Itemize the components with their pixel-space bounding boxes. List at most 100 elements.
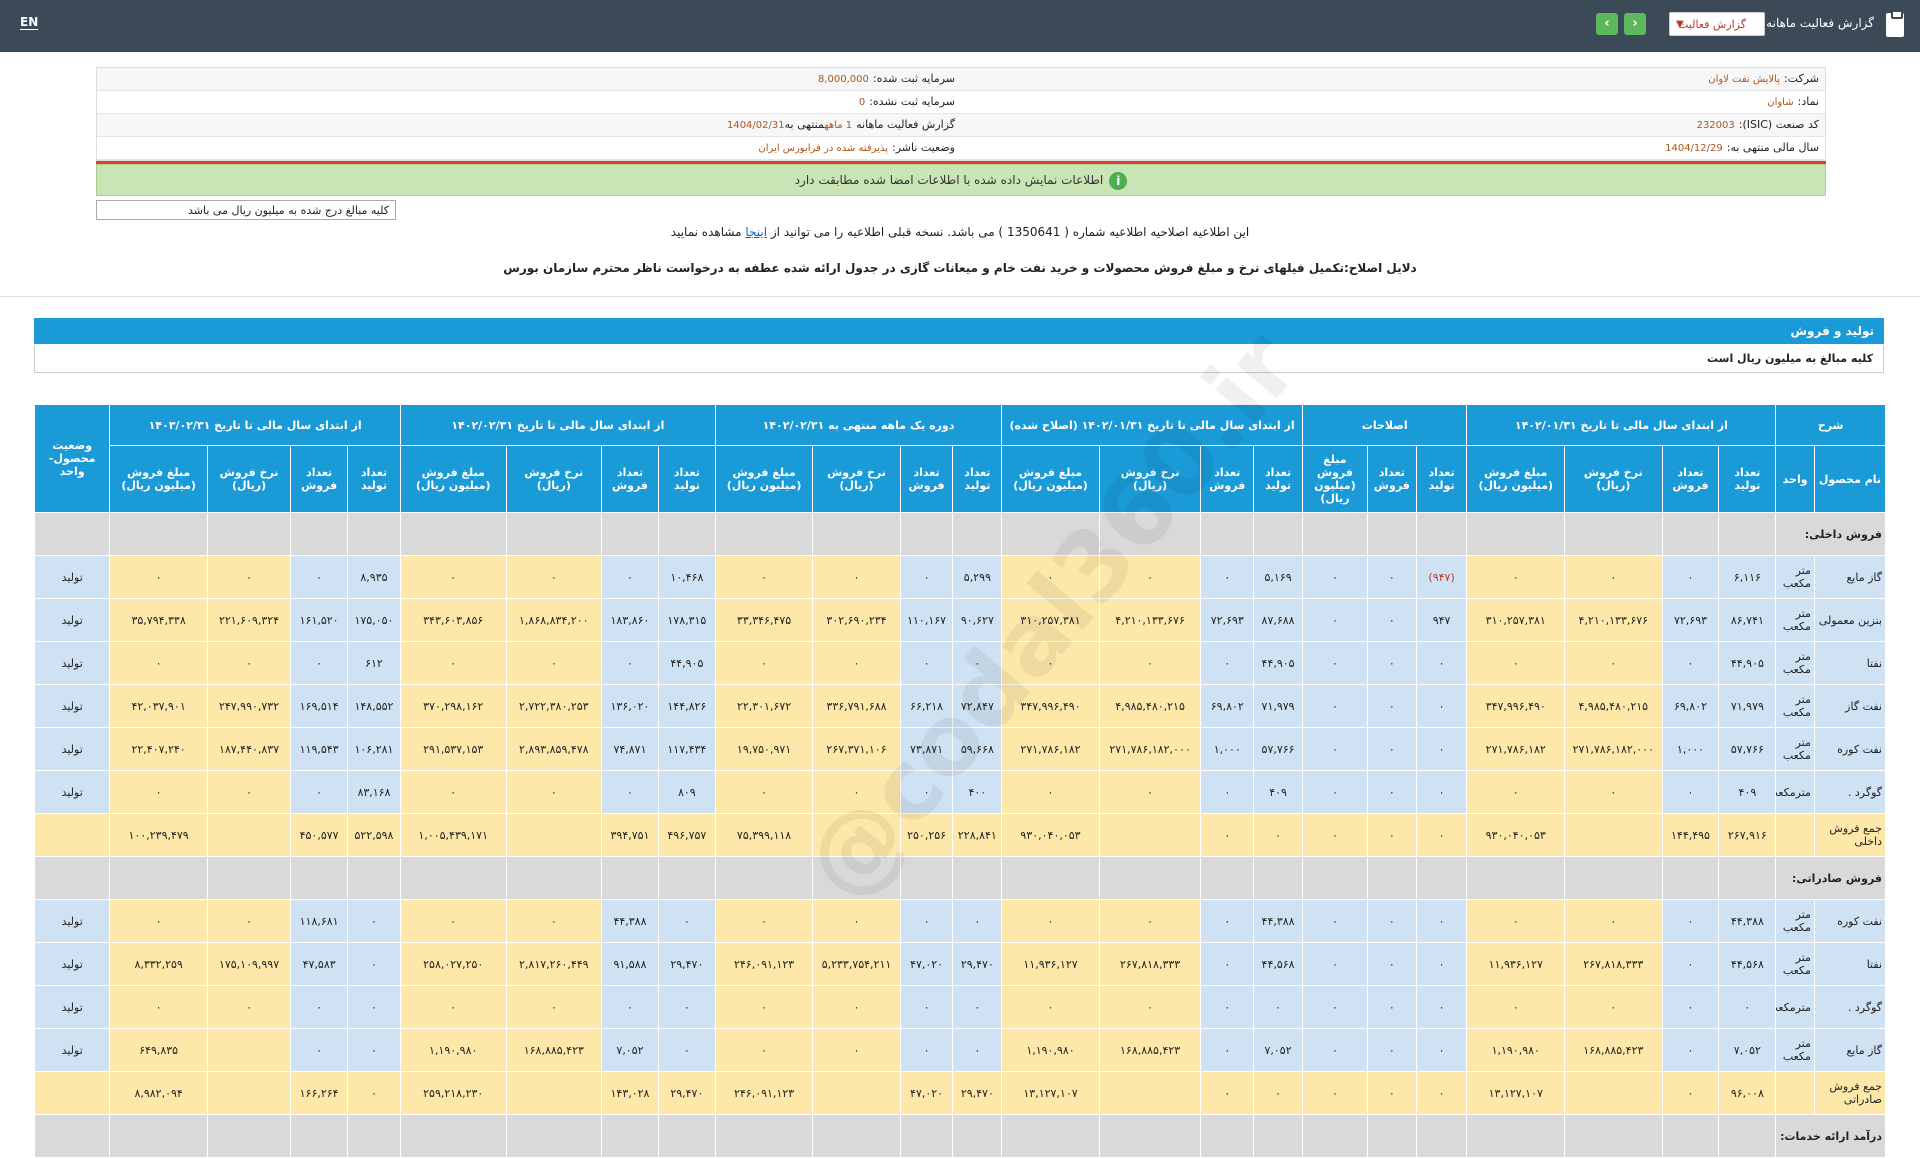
table-cell: ۰ xyxy=(714,899,814,943)
table-cell: ۰ xyxy=(1001,899,1100,943)
table-cell: ۷۲,۶۹۳ xyxy=(1200,598,1255,642)
table-cell: ۸۳,۱۶۸ xyxy=(347,770,401,814)
table-cell: ۱۱۷,۴۳۴ xyxy=(657,727,716,771)
table-cell: ۰ xyxy=(399,985,507,1029)
table-cell: متر مکعب xyxy=(1775,1028,1815,1072)
table-group-header: شرح xyxy=(1775,404,1886,446)
units-note: کلیه مبالغ درج شده به میلیون ریال می باش… xyxy=(96,200,396,220)
table-cell: ۳۷۰,۲۹۸,۱۶۲ xyxy=(399,684,507,728)
language-toggle[interactable]: EN xyxy=(20,15,38,29)
table-cell xyxy=(1661,512,1720,556)
table-cell xyxy=(1718,512,1777,556)
table-cell: ۰ xyxy=(347,985,401,1029)
table-cell xyxy=(657,512,716,556)
table-cell: ۲۹,۴۷۰ xyxy=(657,1071,716,1115)
table-column-header: تعداد تولید xyxy=(347,445,401,513)
table-row: نفت کوره متر مکعب ۵۷,۷۶۶ ۱,۰۰۰ ۲۷۱,۷۸۶,۱۸۲,۰… xyxy=(33,727,1887,771)
table-cell: ۱۳,۱۲۷,۱۰۷ xyxy=(1466,1071,1566,1115)
table-cell: ۱,۸۶۸,۸۳۴,۲۰۰ xyxy=(505,598,603,642)
table-cell xyxy=(1200,512,1255,556)
table-cell: ۰ xyxy=(1564,555,1663,599)
table-cell: ۰ xyxy=(952,1028,1003,1072)
table-cell xyxy=(714,512,814,556)
table-cell: ۰ xyxy=(899,899,954,943)
product-name: گوگرد . xyxy=(1813,770,1887,814)
table-cell: ۶۱۲ xyxy=(347,641,401,685)
clipboard-icon xyxy=(1886,10,1904,37)
table-cell: ۰ xyxy=(1366,684,1417,728)
table-cell: ۰ xyxy=(1564,985,1663,1029)
table-cell: ۲۲۱,۶۰۹,۳۲۴ xyxy=(206,598,292,642)
table-cell: ۰ xyxy=(1415,942,1468,986)
table-cell xyxy=(952,512,1003,556)
table-cell: ۰ xyxy=(812,555,901,599)
table-cell: ۱,۱۹۰,۹۸۰ xyxy=(399,1028,507,1072)
table-cell: ۰ xyxy=(899,1028,954,1072)
table-cell: مترمکعب xyxy=(1775,770,1815,814)
table-column-header: تعداد تولید xyxy=(1415,445,1468,513)
table-cell: ۰ xyxy=(1466,641,1566,685)
table-cell: ۹۳۰,۰۴۰,۰۵۳ xyxy=(1001,813,1100,857)
table-cell: ۰ xyxy=(505,770,603,814)
table-cell: ۰ xyxy=(290,770,349,814)
table-cell: ۰ xyxy=(601,555,659,599)
table-cell: ۰ xyxy=(1466,770,1566,814)
table-cell xyxy=(1098,813,1202,857)
table-column-header: مبلغ فروش (میلیون ریال) xyxy=(399,445,507,513)
table-cell: ۰ xyxy=(505,641,603,685)
table-group-header: دوره یک ماهه منتهی به ۱۴۰۲/۰۲/۳۱ xyxy=(714,404,1003,446)
table-cell xyxy=(1466,512,1566,556)
table-cell: ۰ xyxy=(1661,899,1720,943)
table-cell: ۰ xyxy=(1301,684,1368,728)
table-cell: ۰ xyxy=(1366,641,1417,685)
table-cell xyxy=(505,856,603,900)
product-status xyxy=(33,813,111,857)
report-value: 1 ماهه xyxy=(824,120,853,131)
table-cell: ۴۴,۹۰۵ xyxy=(1253,641,1303,685)
table-cell: ۰ xyxy=(812,770,901,814)
table-cell: ۰ xyxy=(399,641,507,685)
table-column-header: تعداد تولید xyxy=(657,445,716,513)
table-cell: ۰ xyxy=(714,985,814,1029)
table-cell xyxy=(812,1071,901,1115)
table-cell xyxy=(347,512,401,556)
table-cell: ۴,۲۱۰,۱۳۳,۶۷۶ xyxy=(1564,598,1663,642)
table-cell: ۷,۰۵۲ xyxy=(1718,1028,1777,1072)
table-cell xyxy=(290,856,349,900)
table-cell: ۴,۲۱۰,۱۳۳,۶۷۶ xyxy=(1098,598,1202,642)
table-cell: ۱,۰۰۵,۴۳۹,۱۷۱ xyxy=(399,813,507,857)
verification-text: اطلاعات نمایش داده شده با اطلاعات امضا ش… xyxy=(794,173,1104,187)
table-cell: ۰ xyxy=(1366,770,1417,814)
amendment-notice: این اطلاعیه اصلاحیه اطلاعیه شماره ( 1350… xyxy=(96,225,1824,239)
table-cell: (۹۴۷) xyxy=(1415,555,1468,599)
chevron-left-icon[interactable]: ‹ xyxy=(1596,13,1618,35)
table-cell: ۰ xyxy=(1366,1028,1417,1072)
table-cell: ۷۲,۶۹۳ xyxy=(1661,598,1720,642)
table-cell xyxy=(1661,856,1720,900)
table-cell: ۰ xyxy=(657,899,716,943)
table-cell: ۱۱۸,۶۸۱ xyxy=(290,899,349,943)
table-cell xyxy=(505,813,603,857)
table-cell: ۰ xyxy=(1564,770,1663,814)
chevron-right-icon[interactable]: › xyxy=(1624,13,1646,35)
report-type-select[interactable]: گزارش فعالیت ▼ xyxy=(1669,12,1765,36)
table-cell xyxy=(206,1114,292,1158)
table-cell xyxy=(399,512,507,556)
amendment-reason: دلایل اصلاح:تکمیل فیلهای نرخ و مبلغ فروش… xyxy=(503,261,1417,275)
table-row: جمع فروش داخلی ۲۶۷,۹۱۶ ۱۴۴,۴۹۵ ۹۳۰,۰۴۰,۰۵۳ ۰… xyxy=(33,813,1887,857)
table-cell: ۲۵۰,۲۵۶ xyxy=(899,813,954,857)
table-cell xyxy=(601,512,659,556)
table-cell: ۰ xyxy=(1366,899,1417,943)
table-cell: ۴۲,۰۳۷,۹۰۱ xyxy=(109,684,208,728)
isic-value: 232003 xyxy=(1696,120,1735,131)
table-cell: ۰ xyxy=(1301,770,1368,814)
table-cell: ۱۸۷,۴۴۰,۸۳۷ xyxy=(206,727,292,771)
table-cell: ۰ xyxy=(1301,1028,1368,1072)
table-cell: ۰ xyxy=(109,985,208,1029)
table-cell: ۰ xyxy=(1001,770,1100,814)
table-cell: ۰ xyxy=(812,899,901,943)
page-title: گزارش فعالیت ماهانه xyxy=(1766,16,1874,30)
table-cell: ۱۶۶,۲۶۴ xyxy=(290,1071,349,1115)
table-cell: ۲,۸۹۳,۸۵۹,۴۷۸ xyxy=(505,727,603,771)
previous-version-link[interactable]: اینجا xyxy=(745,225,767,239)
